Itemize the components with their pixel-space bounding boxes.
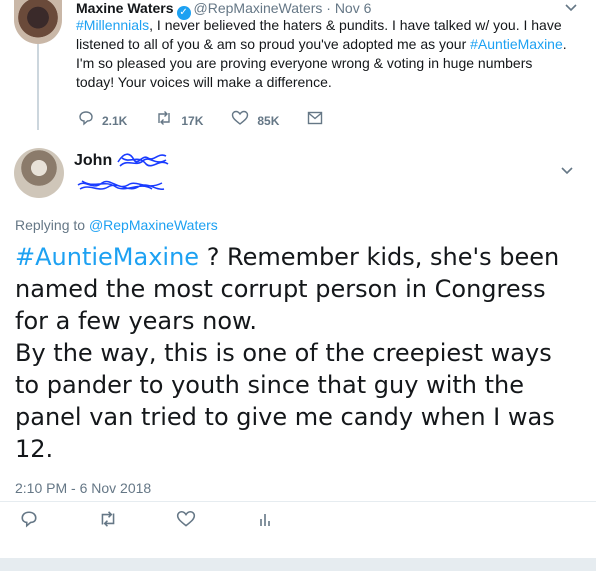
envelope-icon	[307, 111, 323, 130]
reply-icon	[78, 110, 94, 131]
header-separator: ·	[326, 0, 331, 16]
tweet-line: for a few years now.	[15, 307, 258, 335]
heart-icon[interactable]	[176, 510, 196, 533]
tweet-line: named the most corrupt person in Congres…	[15, 275, 546, 303]
parent-tweet-date[interactable]: Nov 6	[335, 0, 372, 16]
replying-to-handle[interactable]: @RepMaxineWaters	[89, 217, 218, 233]
tweet-text-span: I'm so pleased you are proving everyone …	[76, 55, 533, 71]
parent-tweet-text: #Millennials, I never believed the hater…	[76, 16, 576, 92]
reply-count: 2.1K	[102, 113, 128, 128]
retweet-icon	[155, 110, 173, 131]
tweet-line: By the way, this is one of the creepiest…	[15, 339, 552, 367]
direct-message-button[interactable]	[307, 111, 331, 130]
parent-author-handle[interactable]: @RepMaxineWaters	[194, 0, 323, 16]
tweet-line: #AuntieMaxine ? Remember kids, she's bee…	[15, 241, 585, 273]
parent-tweet-line: I'm so pleased you are proving everyone …	[76, 54, 576, 73]
tweet-line: 12.	[15, 435, 54, 463]
retweet-icon[interactable]	[98, 510, 118, 533]
parent-tweet-actions: 2.1K 17K 85K	[78, 110, 359, 131]
parent-tweet-line: listened to all of you & am so proud you…	[76, 35, 576, 54]
analytics-icon[interactable]	[258, 510, 274, 533]
tweet-line: panel van tried to give me candy when I …	[15, 403, 555, 431]
reply-tweet-text: #AuntieMaxine ? Remember kids, she's bee…	[15, 241, 585, 465]
redaction-scribble-name	[116, 150, 170, 177]
parent-tweet-line: #Millennials, I never believed the hater…	[76, 16, 576, 35]
thread-connector-line	[37, 44, 39, 130]
chevron-down-icon[interactable]	[560, 163, 574, 179]
chevron-down-icon[interactable]	[564, 0, 578, 16]
reply-button[interactable]: 2.1K	[78, 110, 127, 131]
hashtag-link[interactable]: #AuntieMaxine	[15, 243, 199, 271]
like-button[interactable]: 85K	[231, 110, 279, 131]
redaction-scribble-handle	[76, 177, 166, 200]
hashtag-link[interactable]: #Millennials	[76, 17, 149, 33]
like-count: 85K	[257, 113, 280, 128]
tweet-text-span: listened to all of you & am so proud you…	[76, 36, 471, 52]
maxine-avatar[interactable]	[14, 0, 62, 44]
john-avatar[interactable]	[14, 148, 64, 198]
tweet-text-span: .	[562, 36, 567, 52]
replying-to-label: Replying to	[15, 217, 86, 233]
tweet-line: to pander to youth since that guy with t…	[15, 371, 524, 399]
tweet-text-span: , I never believed the haters & pundits.…	[149, 17, 562, 33]
hashtag-link[interactable]: #AuntieMaxine	[470, 36, 563, 52]
divider	[0, 501, 596, 502]
retweet-button[interactable]: 17K	[155, 110, 203, 131]
retweet-count: 17K	[181, 113, 204, 128]
heart-icon	[231, 110, 249, 131]
tweet-line-text: ? Remember kids, she's been	[199, 243, 560, 271]
tweet-timestamp[interactable]: 2:10 PM - 6 Nov 2018	[15, 480, 151, 496]
reply-author-name[interactable]: John	[74, 152, 112, 170]
parent-author-name[interactable]: Maxine Waters	[76, 0, 174, 16]
tweet-text-span: today! Your voices will make a differenc…	[76, 74, 332, 90]
reply-icon[interactable]	[20, 510, 38, 533]
footer-bar	[0, 558, 596, 571]
replying-to-line: Replying to @RepMaxineWaters	[15, 217, 218, 233]
parent-tweet-line: today! Your voices will make a differenc…	[76, 73, 576, 92]
